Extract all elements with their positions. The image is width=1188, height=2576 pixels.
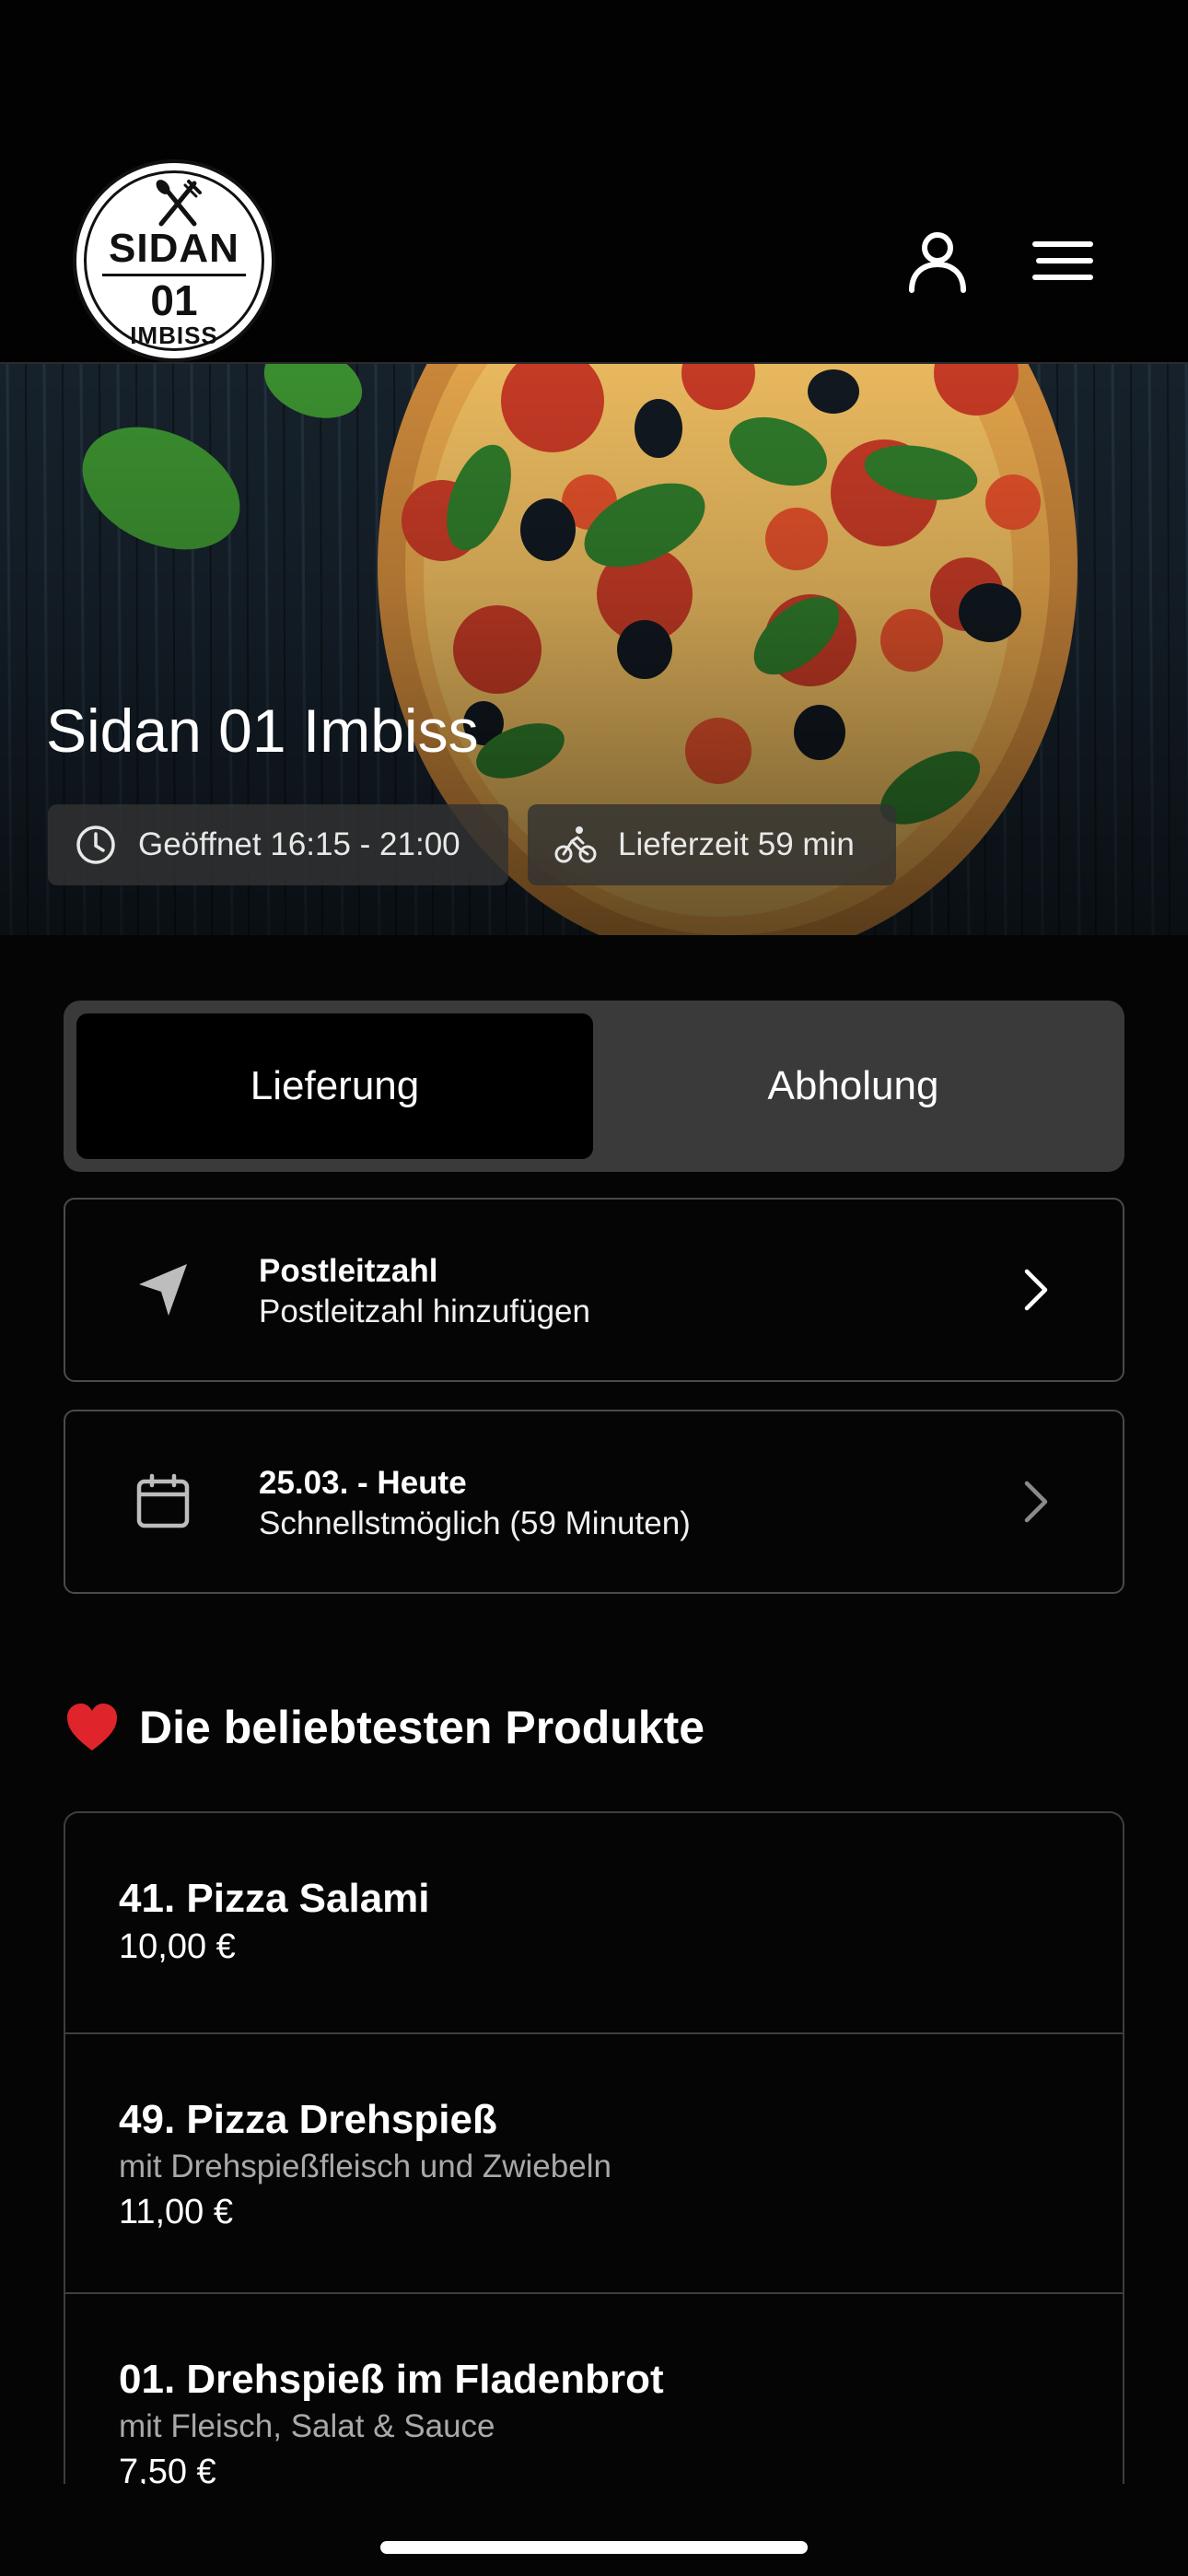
hamburger-menu-icon[interactable] (1028, 226, 1098, 296)
pickup-option-button[interactable]: Abholung (595, 1013, 1112, 1159)
restaurant-name: Sidan 01 Imbiss (46, 697, 479, 765)
product-item[interactable]: 41. Pizza Salami 10,00 € (65, 1813, 1123, 2034)
product-name: 41. Pizza Salami (119, 1876, 430, 1921)
product-item[interactable]: 49. Pizza Drehspieß mit Drehspießfleisch… (65, 2034, 1123, 2294)
product-price: 10,00 € (119, 1927, 236, 1966)
delivery-time-selector[interactable]: 25.03. - Heute Schnellstmöglich (59 Minu… (64, 1410, 1124, 1594)
postal-code-subtitle: Postleitzahl hinzufügen (259, 1294, 590, 1329)
clock-icon (76, 825, 115, 864)
heart-icon (67, 1704, 117, 1751)
product-name: 01. Drehspieß im Fladenbrot (119, 2357, 664, 2402)
user-icon[interactable] (903, 226, 973, 296)
chevron-right-icon (1024, 1269, 1048, 1311)
schedule-date: 25.03. - Heute (259, 1465, 467, 1501)
opening-hours-text: Geöffnet 16:15 - 21:00 (138, 826, 460, 862)
postal-code-title: Postleitzahl (259, 1253, 438, 1289)
delivery-time-text: Lieferzeit 59 min (618, 826, 855, 862)
restaurant-logo[interactable]: SIDAN 01 IMBISS (73, 159, 275, 362)
bicycle-icon (554, 826, 597, 863)
chevron-right-icon (1024, 1481, 1048, 1523)
popular-products-heading: Die beliebtesten Produkte (64, 1701, 705, 1754)
logo-text-number: 01 (150, 276, 198, 324)
postal-code-selector[interactable]: Postleitzahl Postleitzahl hinzufügen (64, 1198, 1124, 1382)
product-price: 11,00 € (119, 2193, 233, 2231)
hero-banner: Sidan 01 Imbiss Geöffnet 16:15 - 21:00 L… (0, 364, 1188, 935)
app-header: SIDAN 01 IMBISS (0, 0, 1188, 364)
popular-products-title: Die beliebtesten Produkte (139, 1702, 705, 1753)
order-mode-toggle: Lieferung Abholung (64, 1001, 1124, 1172)
product-item[interactable]: 01. Drehspieß im Fladenbrot mit Fleisch,… (65, 2294, 1123, 2484)
delivery-option-button[interactable]: Lieferung (76, 1013, 593, 1159)
delivery-time-badge: Lieferzeit 59 min (528, 804, 896, 885)
location-arrow-icon (139, 1264, 187, 1316)
schedule-time: Schnellstmöglich (59 Minuten) (259, 1505, 691, 1541)
cutlery-icon (156, 180, 202, 227)
popular-products-list: 41. Pizza Salami 10,00 € 49. Pizza Drehs… (64, 1811, 1124, 2484)
product-description: mit Fleisch, Salat & Sauce (119, 2408, 495, 2444)
opening-hours-badge: Geöffnet 16:15 - 21:00 (48, 804, 508, 885)
calendar-icon (136, 1473, 190, 1528)
product-price: 7,50 € (119, 2453, 216, 2484)
logo-text-name: SIDAN (109, 226, 239, 271)
logo-text-subtitle: IMBISS (130, 322, 218, 349)
product-name: 49. Pizza Drehspieß (119, 2097, 497, 2142)
home-indicator[interactable] (380, 2541, 808, 2554)
product-description: mit Drehspießfleisch und Zwiebeln (119, 2149, 611, 2184)
